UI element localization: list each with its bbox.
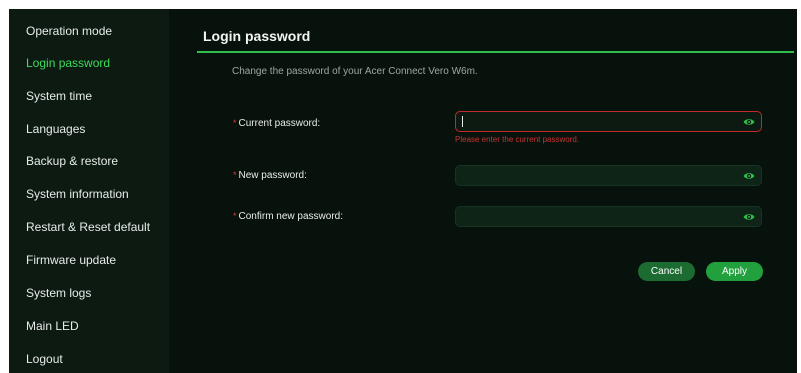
- sidebar-item-languages[interactable]: Languages: [26, 119, 85, 139]
- text-cursor: [462, 116, 463, 127]
- title-divider: [197, 51, 794, 53]
- new-password-field[interactable]: [455, 165, 762, 186]
- new-password-label-text: New password:: [238, 170, 307, 181]
- sidebar-item-system-time[interactable]: System time: [26, 86, 92, 106]
- main-panel: Login password Change the password of yo…: [169, 9, 797, 373]
- app-window: Operation mode Login password System tim…: [9, 9, 797, 373]
- current-password-label-text: Current password:: [238, 118, 321, 129]
- confirm-password-label-text: Confirm new password:: [238, 211, 343, 222]
- current-password-field[interactable]: [455, 111, 762, 132]
- sidebar-item-operation-mode[interactable]: Operation mode: [26, 21, 112, 41]
- sidebar-item-restart-reset[interactable]: Restart & Reset default: [26, 217, 150, 237]
- eye-icon[interactable]: [743, 170, 755, 182]
- confirm-password-label: * Confirm new password:: [233, 211, 343, 222]
- sidebar-item-backup-restore[interactable]: Backup & restore: [26, 151, 118, 171]
- new-password-input[interactable]: [462, 168, 732, 183]
- sidebar-item-login-password[interactable]: Login password: [26, 53, 110, 73]
- page-subtitle: Change the password of your Acer Connect…: [232, 66, 478, 77]
- current-password-label: * Current password:: [233, 118, 320, 129]
- required-mark: *: [233, 118, 237, 128]
- apply-button[interactable]: Apply: [706, 262, 763, 281]
- sidebar-item-logout[interactable]: Logout: [26, 349, 63, 369]
- eye-icon[interactable]: [743, 211, 755, 223]
- cancel-button[interactable]: Cancel: [638, 262, 695, 281]
- sidebar-item-system-information[interactable]: System information: [26, 184, 129, 204]
- sidebar-item-main-led[interactable]: Main LED: [26, 316, 79, 336]
- eye-icon[interactable]: [743, 116, 755, 128]
- required-mark: *: [233, 211, 237, 221]
- required-mark: *: [233, 170, 237, 180]
- new-password-label: * New password:: [233, 170, 307, 181]
- current-password-input[interactable]: [462, 114, 732, 129]
- page-title: Login password: [203, 28, 311, 44]
- confirm-password-input[interactable]: [462, 209, 732, 224]
- current-password-error: Please enter the current password.: [455, 135, 580, 144]
- sidebar: Operation mode Login password System tim…: [9, 9, 169, 373]
- confirm-password-field[interactable]: [455, 206, 762, 227]
- sidebar-item-firmware-update[interactable]: Firmware update: [26, 250, 116, 270]
- sidebar-item-system-logs[interactable]: System logs: [26, 283, 91, 303]
